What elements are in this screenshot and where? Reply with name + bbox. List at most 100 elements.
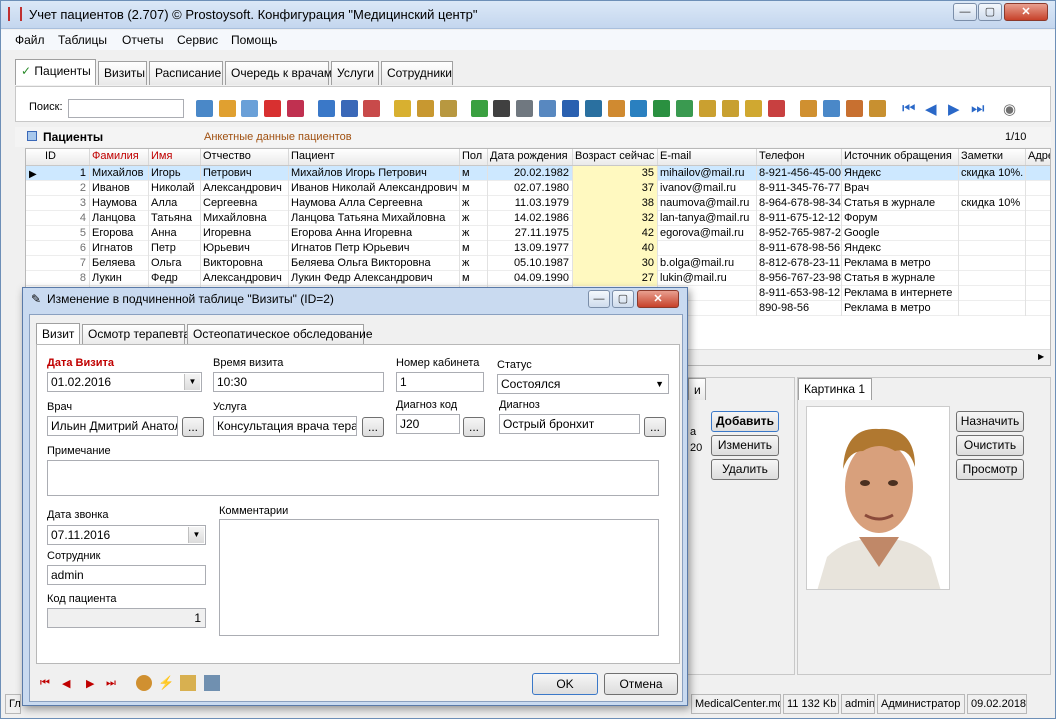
column-header[interactable]: Адрес bbox=[1026, 149, 1050, 165]
ok-button[interactable]: OK bbox=[532, 673, 598, 695]
table-row[interactable]: 7 Беляева Ольга Викторовна Беляева Ольга Вик… bbox=[26, 256, 1050, 271]
collapse-icon[interactable] bbox=[27, 131, 37, 141]
call-date-field[interactable]: 07.11.2016 ▼ bbox=[47, 525, 206, 545]
table-row[interactable]: 2 Иванов Николай Александрович Иванов Никола… bbox=[26, 181, 1050, 196]
visit-date-dropdown-icon[interactable]: ▼ bbox=[184, 374, 200, 390]
filter-yellow-icon[interactable] bbox=[394, 100, 411, 117]
assign-picture-button[interactable]: Назначить bbox=[956, 411, 1024, 432]
doctor-field[interactable]: Ильин Дмитрий Анатоль bbox=[47, 416, 178, 436]
dialog-last-icon[interactable]: ⏭ bbox=[106, 677, 116, 690]
table-row[interactable]: 1 Михайлов Игорь Петрович Михайлов Игорь Пет… bbox=[26, 166, 1050, 181]
export-xls-icon[interactable] bbox=[676, 100, 693, 117]
export-csv-icon[interactable] bbox=[699, 100, 716, 117]
filter-add-icon[interactable] bbox=[341, 100, 358, 117]
tab-schedule[interactable]: Расписание bbox=[149, 61, 223, 85]
filter-clear-icon[interactable] bbox=[363, 100, 380, 117]
table-row[interactable]: 5 Егорова Анна Игоревна Егорова Анна Игоревн… bbox=[26, 226, 1050, 241]
export-html-icon[interactable] bbox=[608, 100, 625, 117]
tab-osteopathic-exam[interactable]: Остеопатическое обследование bbox=[187, 324, 373, 345]
dialog-maximize-button[interactable]: ▢ bbox=[612, 290, 634, 308]
column-header[interactable]: Дата рождения bbox=[488, 149, 573, 165]
tab-staff[interactable]: Сотрудники bbox=[381, 61, 453, 85]
employee-field[interactable]: admin bbox=[47, 565, 206, 585]
dialog-next-icon[interactable]: ▶ bbox=[86, 677, 94, 690]
table-row[interactable]: 6 Игнатов Петр Юрьевич Игнатов Петр Юрьевич м… bbox=[26, 241, 1050, 256]
scroll-right-icon[interactable]: ▶ bbox=[1038, 352, 1044, 361]
edit-button[interactable]: Изменить bbox=[711, 435, 779, 456]
diag-code-select-button[interactable]: ... bbox=[463, 417, 485, 437]
export-excel-icon[interactable] bbox=[653, 100, 670, 117]
menu-help[interactable]: Помощь bbox=[231, 33, 277, 47]
search-input[interactable] bbox=[68, 99, 184, 118]
prev-record-icon[interactable]: ◀ bbox=[925, 100, 937, 118]
visit-time-field[interactable]: 10:30 bbox=[213, 372, 384, 392]
table-row[interactable]: 8 Лукин Федр Александрович Лукин Федр Алекса… bbox=[26, 271, 1050, 286]
call-date-dropdown-icon[interactable]: ▼ bbox=[188, 527, 204, 543]
column-header[interactable]: Телефон bbox=[757, 149, 842, 165]
dialog-tools-icon[interactable] bbox=[136, 675, 152, 691]
tab-picture[interactable]: Картинка 1 bbox=[798, 378, 872, 400]
tab-visits[interactable]: Визиты bbox=[98, 61, 147, 85]
column-header[interactable]: Отчество bbox=[201, 149, 289, 165]
service-select-button[interactable]: ... bbox=[362, 417, 384, 437]
column-header[interactable]: Пол bbox=[460, 149, 488, 165]
status-select[interactable]: Состоялся ▼ bbox=[497, 374, 669, 394]
clear-picture-button[interactable]: Очистить bbox=[956, 435, 1024, 456]
comments-field[interactable] bbox=[219, 519, 659, 636]
webcam-icon[interactable]: ◉ bbox=[1003, 100, 1016, 118]
dialog-minimize-button[interactable]: — bbox=[588, 290, 610, 308]
export-word-icon[interactable] bbox=[562, 100, 579, 117]
tab-services[interactable]: Услуги bbox=[331, 61, 379, 85]
tab-patients[interactable]: ✓ Пациенты bbox=[15, 59, 96, 85]
copy-icon[interactable] bbox=[241, 100, 258, 117]
filter-group-icon[interactable] bbox=[417, 100, 434, 117]
doctor-select-button[interactable]: ... bbox=[182, 417, 204, 437]
column-header[interactable]: Источник обращения bbox=[842, 149, 959, 165]
add-record-icon[interactable] bbox=[196, 100, 213, 117]
note-field[interactable] bbox=[47, 460, 659, 496]
dialog-lightning-icon[interactable]: ⚡ bbox=[158, 675, 174, 691]
table-row[interactable]: 4 Ланцова Татьяна Михайловна Ланцова Татьяна… bbox=[26, 211, 1050, 226]
maximize-button[interactable]: ▢ bbox=[978, 3, 1002, 21]
column-header[interactable]: Заметки bbox=[959, 149, 1026, 165]
service-field[interactable]: Консультация врача терапе bbox=[213, 416, 357, 436]
column-header[interactable]: Фамилия bbox=[90, 149, 149, 165]
table-row[interactable]: 3 Наумова Алла Сергеевна Наумова Алла Сергее… bbox=[26, 196, 1050, 211]
dialog-prev-icon[interactable]: ◀ bbox=[62, 677, 70, 690]
filter-icon[interactable] bbox=[318, 100, 335, 117]
dialog-form-icon[interactable] bbox=[180, 675, 196, 691]
tab-visit[interactable]: Визит bbox=[36, 323, 80, 345]
minimize-button[interactable]: — bbox=[953, 3, 977, 21]
find-binoculars-icon[interactable] bbox=[493, 100, 510, 117]
room-field[interactable]: 1 bbox=[396, 372, 484, 392]
next-record-icon[interactable]: ▶ bbox=[948, 100, 960, 118]
first-record-icon[interactable]: ⏮ bbox=[902, 100, 916, 117]
delete-button[interactable]: Удалить bbox=[711, 459, 779, 480]
dialog-print-icon[interactable] bbox=[204, 675, 220, 691]
last-record-icon[interactable]: ⏭ bbox=[971, 100, 985, 117]
export-xml-icon[interactable] bbox=[630, 100, 647, 117]
edit-pencil-icon[interactable] bbox=[219, 100, 236, 117]
delete-icon[interactable] bbox=[264, 100, 281, 117]
column-header[interactable]: Имя bbox=[149, 149, 201, 165]
menu-service[interactable]: Сервис bbox=[177, 33, 218, 47]
diag-field[interactable]: Острый бронхит bbox=[499, 414, 640, 434]
print-preview-icon[interactable] bbox=[539, 100, 556, 117]
column-header[interactable]: Пациент bbox=[289, 149, 460, 165]
print-icon[interactable] bbox=[516, 100, 533, 117]
add-button[interactable]: Добавить bbox=[711, 411, 779, 432]
visit-date-field[interactable]: 01.02.2016 ▼ bbox=[47, 372, 202, 392]
tab-queue[interactable]: Очередь к врачам bbox=[225, 61, 332, 85]
delete-all-icon[interactable] bbox=[287, 100, 304, 117]
form-icon[interactable] bbox=[846, 100, 863, 117]
dialog-first-icon[interactable]: ⏮ bbox=[40, 677, 50, 690]
menu-reports[interactable]: Отчеты bbox=[122, 33, 163, 47]
chart-icon[interactable] bbox=[768, 100, 785, 117]
cancel-button[interactable]: Отмена bbox=[604, 673, 678, 695]
view-picture-button[interactable]: Просмотр bbox=[956, 459, 1024, 480]
refresh-icon[interactable] bbox=[471, 100, 488, 117]
menu-tables[interactable]: Таблицы bbox=[58, 33, 107, 47]
horizontal-scrollbar[interactable]: ▶ bbox=[686, 349, 1050, 365]
columns-icon[interactable] bbox=[823, 100, 840, 117]
dialog-close-button[interactable]: ✕ bbox=[637, 290, 679, 308]
